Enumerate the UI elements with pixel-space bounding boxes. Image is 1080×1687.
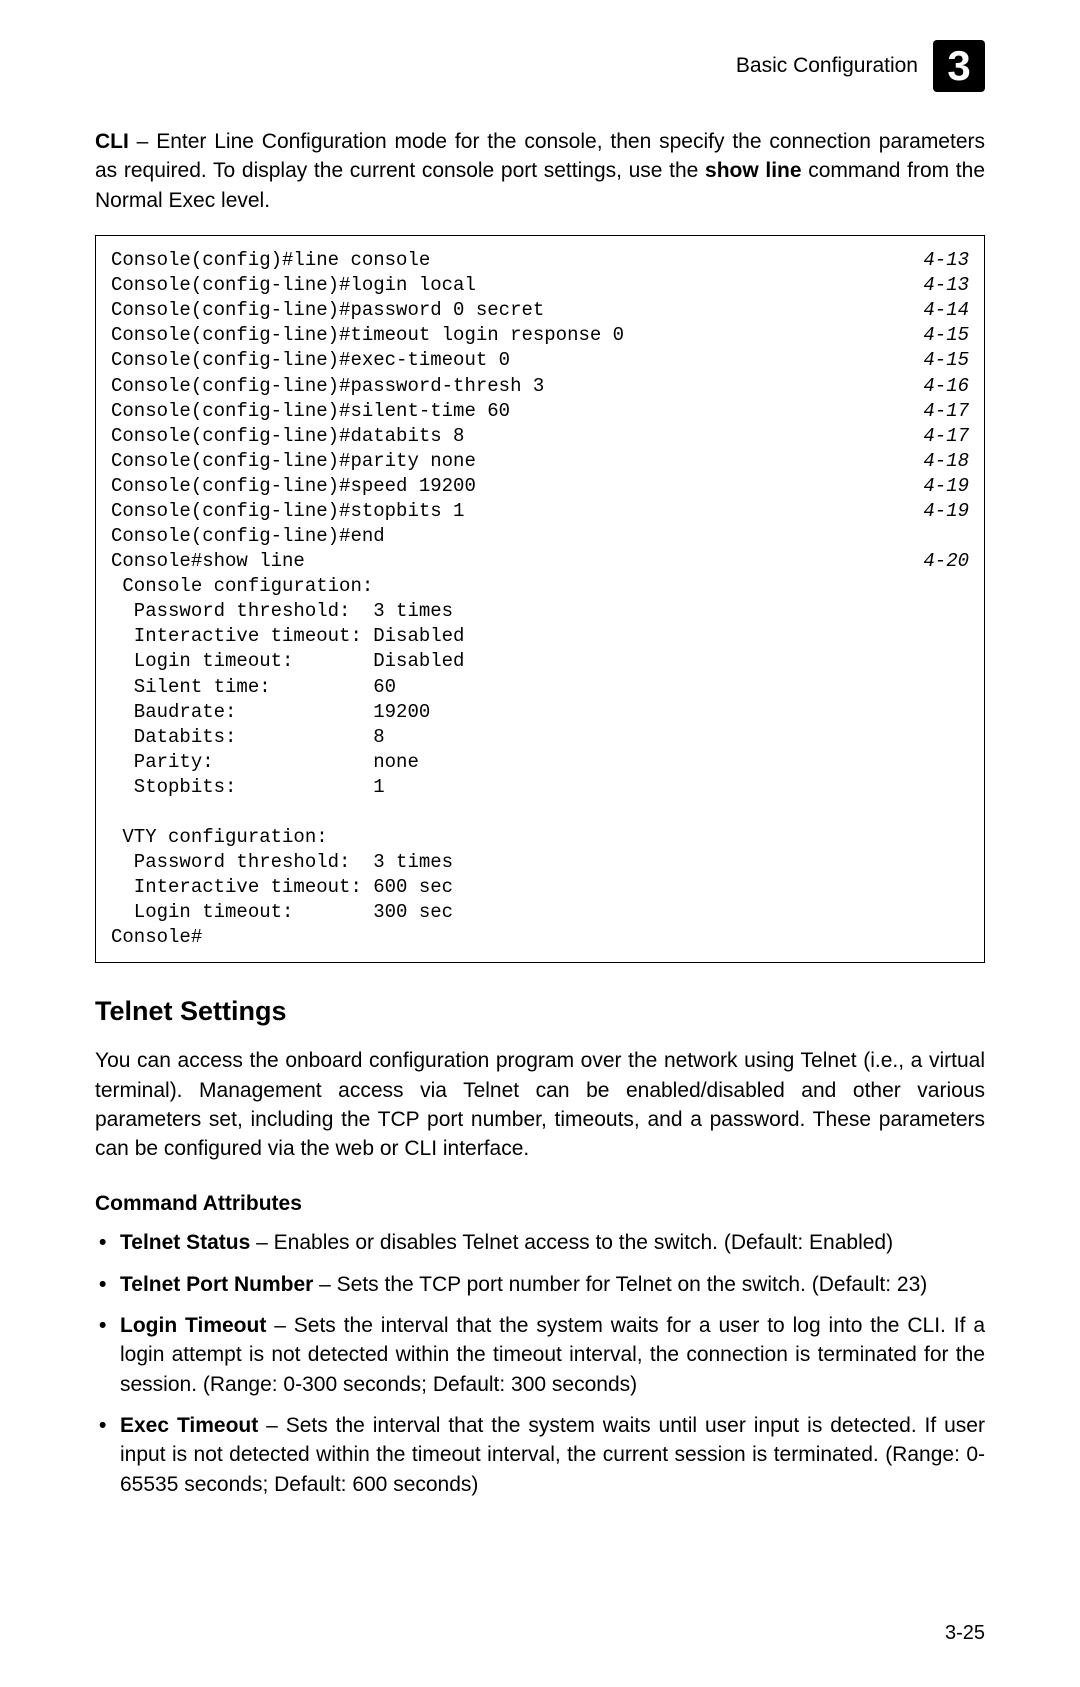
- list-item: Telnet Port Number – Sets the TCP port n…: [95, 1270, 985, 1299]
- cli-line: Console(config-line)#parity none 4-18: [111, 449, 969, 474]
- cli-command: Silent time: 60: [111, 675, 396, 700]
- cli-reference: 4-15: [923, 323, 969, 348]
- cli-line: Parity: none: [111, 750, 969, 775]
- cli-line: Console(config)#line console 4-13: [111, 248, 969, 273]
- intro-bold1: show line: [705, 159, 802, 182]
- cli-line: [111, 800, 969, 825]
- cli-line: Baudrate: 19200: [111, 700, 969, 725]
- cli-command: Console(config-line)#timeout login respo…: [111, 323, 624, 348]
- cli-line: Console(config-line)#exec-timeout 0 4-15: [111, 348, 969, 373]
- cli-reference: 4-17: [923, 399, 969, 424]
- cli-line: Console(config-line)#speed 19200 4-19: [111, 474, 969, 499]
- cli-line: Console(config-line)#end: [111, 524, 969, 549]
- cli-reference: 4-20: [923, 549, 969, 574]
- cli-reference: 4-13: [923, 273, 969, 298]
- cli-line: Console(config-line)#timeout login respo…: [111, 323, 969, 348]
- cli-line: Interactive timeout: Disabled: [111, 624, 969, 649]
- chapter-number: 3: [947, 37, 970, 96]
- intro-paragraph: CLI – Enter Line Configuration mode for …: [95, 127, 985, 215]
- chapter-badge: 3: [933, 40, 985, 92]
- cli-command: [111, 800, 122, 825]
- cli-command: Stopbits: 1: [111, 775, 385, 800]
- attribute-description: – Enables or disables Telnet access to t…: [250, 1231, 893, 1254]
- list-item: Login Timeout – Sets the interval that t…: [95, 1311, 985, 1399]
- section-heading: Telnet Settings: [95, 993, 985, 1031]
- cli-command: Login timeout: Disabled: [111, 649, 464, 674]
- attribute-term: Telnet Status: [120, 1231, 250, 1254]
- cli-line: Login timeout: Disabled: [111, 649, 969, 674]
- cli-line: Login timeout: 300 sec: [111, 900, 969, 925]
- list-item: Exec Timeout – Sets the interval that th…: [95, 1411, 985, 1499]
- cli-reference: 4-19: [923, 499, 969, 524]
- cli-line: Console(config-line)#silent-time 60 4-17: [111, 399, 969, 424]
- section-paragraph: You can access the onboard configuration…: [95, 1046, 985, 1164]
- cli-command: Console(config-line)#password-thresh 3: [111, 374, 544, 399]
- cli-command: Databits: 8: [111, 725, 385, 750]
- cli-reference: 4-16: [923, 374, 969, 399]
- command-attributes-list: Telnet Status – Enables or disables Teln…: [95, 1228, 985, 1499]
- cli-reference: 4-13: [923, 248, 969, 273]
- cli-command: Console(config-line)#silent-time 60: [111, 399, 510, 424]
- cli-command: Console#: [111, 925, 202, 950]
- cli-command: Console configuration:: [111, 574, 373, 599]
- cli-line: Password threshold: 3 times: [111, 599, 969, 624]
- cli-command: Console#show line: [111, 549, 305, 574]
- cli-command: Interactive timeout: 600 sec: [111, 875, 453, 900]
- cli-reference: 4-14: [923, 298, 969, 323]
- command-attributes-heading: Command Attributes: [95, 1189, 985, 1218]
- intro-prefix: CLI: [95, 130, 129, 153]
- cli-line: Console(config-line)#password-thresh 3 4-…: [111, 374, 969, 399]
- cli-reference: 4-19: [923, 474, 969, 499]
- cli-line: Console(config-line)#login local 4-13: [111, 273, 969, 298]
- cli-output-box: Console(config)#line console4-13Console(…: [95, 235, 985, 963]
- cli-command: Parity: none: [111, 750, 419, 775]
- list-item: Telnet Status – Enables or disables Teln…: [95, 1228, 985, 1257]
- cli-line: Stopbits: 1: [111, 775, 969, 800]
- attribute-term: Exec Timeout: [120, 1414, 258, 1437]
- attribute-term: Login Timeout: [120, 1314, 266, 1337]
- cli-command: Console(config-line)#speed 19200: [111, 474, 476, 499]
- cli-command: Interactive timeout: Disabled: [111, 624, 464, 649]
- cli-command: Console(config-line)#databits 8: [111, 424, 464, 449]
- cli-command: VTY configuration:: [111, 825, 328, 850]
- cli-line: Console(config-line)#databits 8 4-17: [111, 424, 969, 449]
- cli-reference: 4-15: [923, 348, 969, 373]
- cli-command: Console(config-line)#login local: [111, 273, 476, 298]
- page-header: Basic Configuration 3: [95, 40, 985, 92]
- cli-reference: 4-18: [923, 449, 969, 474]
- attribute-description: – Sets the TCP port number for Telnet on…: [313, 1273, 927, 1296]
- cli-line: Console(config-line)#password 0 secret 4-…: [111, 298, 969, 323]
- cli-command: Console(config-line)#exec-timeout 0: [111, 348, 510, 373]
- attribute-term: Telnet Port Number: [120, 1273, 313, 1296]
- header-title: Basic Configuration: [736, 51, 918, 80]
- cli-line: Console#: [111, 925, 969, 950]
- cli-line: Interactive timeout: 600 sec: [111, 875, 969, 900]
- cli-line: Console(config-line)#stopbits 1 4-19: [111, 499, 969, 524]
- cli-command: Console(config-line)#parity none: [111, 449, 476, 474]
- cli-command: Baudrate: 19200: [111, 700, 430, 725]
- cli-command: Password threshold: 3 times: [111, 850, 453, 875]
- cli-reference: 4-17: [923, 424, 969, 449]
- cli-line: Databits: 8: [111, 725, 969, 750]
- cli-line: Password threshold: 3 times: [111, 850, 969, 875]
- page-number: 3-25: [95, 1619, 985, 1647]
- cli-command: Console(config)#line console: [111, 248, 430, 273]
- cli-line: Silent time: 60: [111, 675, 969, 700]
- cli-command: Console(config-line)#password 0 secret: [111, 298, 544, 323]
- cli-command: Console(config-line)#stopbits 1: [111, 499, 464, 524]
- cli-command: Password threshold: 3 times: [111, 599, 453, 624]
- cli-line: Console#show line 4-20: [111, 549, 969, 574]
- cli-line: VTY configuration:: [111, 825, 969, 850]
- cli-command: Console(config-line)#end: [111, 524, 385, 549]
- cli-command: Login timeout: 300 sec: [111, 900, 453, 925]
- cli-line: Console configuration:: [111, 574, 969, 599]
